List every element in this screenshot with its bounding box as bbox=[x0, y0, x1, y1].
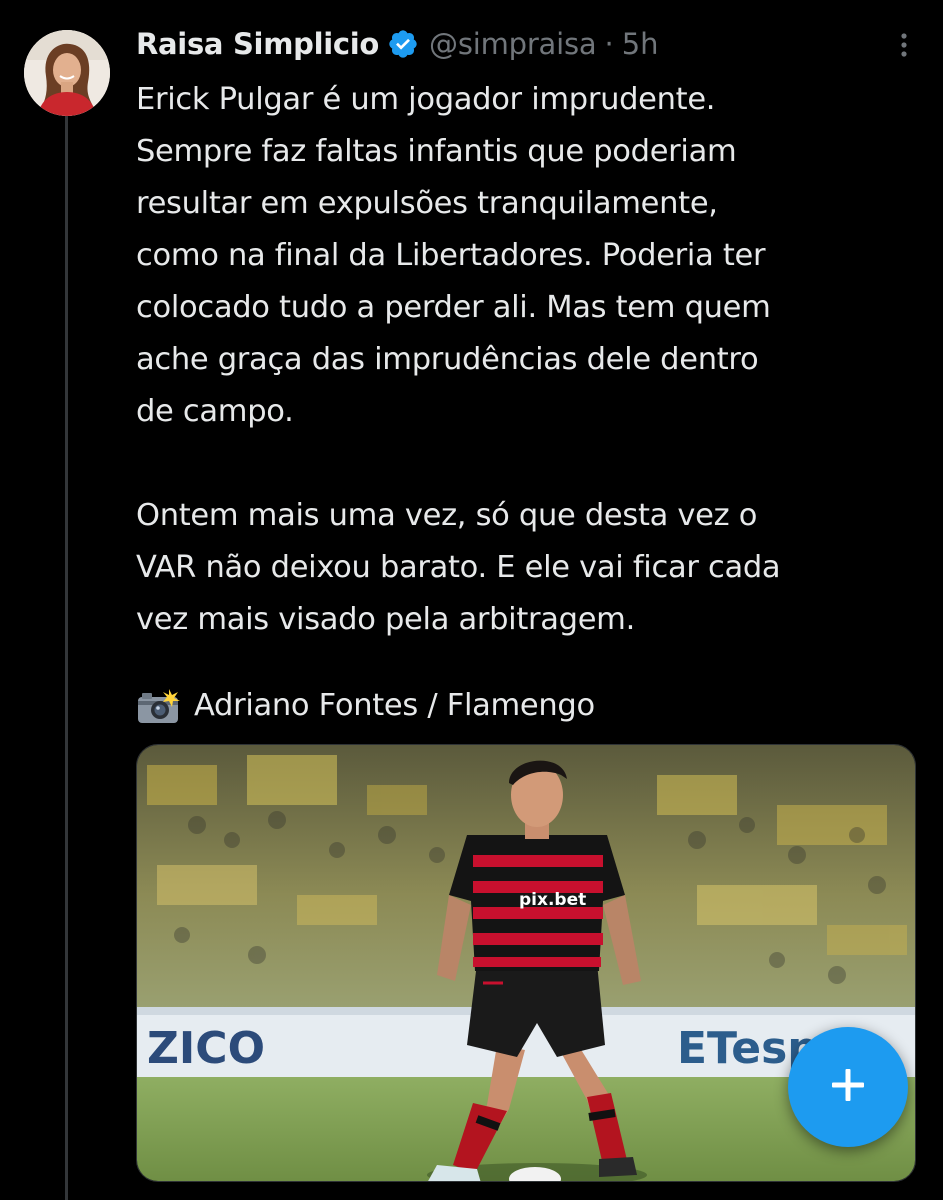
verified-badge-icon bbox=[387, 28, 419, 60]
more-options-icon[interactable] bbox=[889, 30, 919, 60]
thread-line bbox=[65, 116, 68, 1200]
camera-with-flash-icon bbox=[136, 687, 180, 725]
separator-dot: · bbox=[604, 27, 614, 61]
compose-button[interactable] bbox=[788, 1027, 908, 1147]
tweet-header: Raisa Simplicio @simpraisa · 5h bbox=[136, 22, 919, 66]
jersey-sponsor-text: pix.bet bbox=[519, 890, 586, 910]
author-name[interactable]: Raisa Simplicio bbox=[136, 27, 379, 61]
tweet[interactable]: Raisa Simplicio @simpraisa · 5h Erick Pu… bbox=[0, 0, 943, 1200]
ad-board-left-text: ZICO bbox=[147, 1023, 265, 1074]
tweet-timestamp[interactable]: 5h bbox=[622, 27, 659, 61]
photo-credit-text: Adriano Fontes / Flamengo bbox=[194, 688, 595, 723]
plus-icon bbox=[828, 1065, 868, 1109]
author-handle[interactable]: @simpraisa bbox=[429, 27, 597, 61]
photo-credit: Adriano Fontes / Flamengo bbox=[136, 680, 595, 732]
avatar[interactable] bbox=[24, 30, 110, 116]
tweet-text: Erick Pulgar é um jogador imprudente. Se… bbox=[136, 82, 781, 637]
